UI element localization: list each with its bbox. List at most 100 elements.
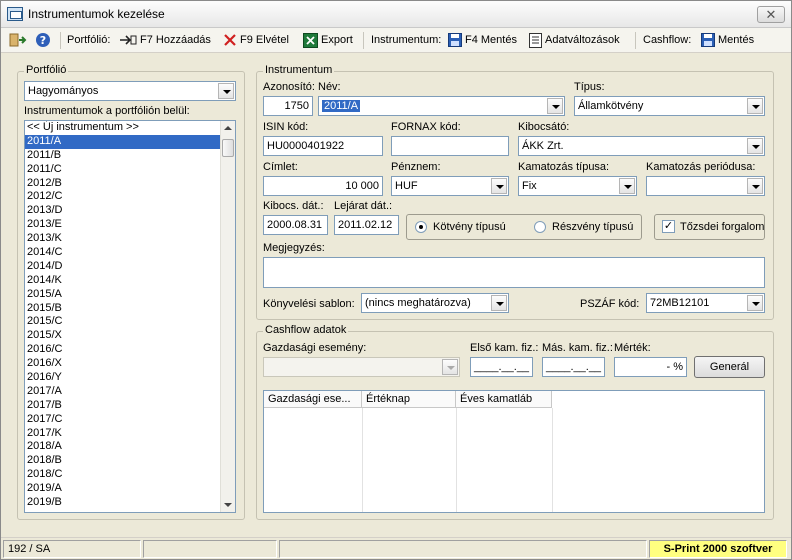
help-button[interactable]: ? xyxy=(35,32,54,49)
chevron-down-icon[interactable] xyxy=(747,98,763,114)
list-item[interactable]: 2011/B xyxy=(25,149,235,163)
list-item[interactable]: 2019/A xyxy=(25,482,235,496)
fornax-field[interactable] xyxy=(391,136,509,156)
list-item[interactable]: 2018/C xyxy=(25,468,235,482)
list-item[interactable]: 2015/B xyxy=(25,302,235,316)
list-item[interactable]: 2017/K xyxy=(25,427,235,441)
name-select[interactable]: 2011/A xyxy=(318,96,565,116)
list-item[interactable]: 2012/C xyxy=(25,190,235,204)
chevron-down-icon[interactable] xyxy=(442,359,458,375)
toolbar: ? Portfólió: F7 Hozzáadás F9 Elvétel Exp… xyxy=(1,28,791,53)
chevron-down-icon[interactable] xyxy=(218,83,234,99)
comment-field[interactable] xyxy=(263,257,765,288)
exit-icon xyxy=(9,33,27,47)
scroll-thumb[interactable] xyxy=(222,139,234,157)
title-bar: Instrumentumok kezelése ✕ xyxy=(1,1,791,28)
list-item[interactable]: 2017/A xyxy=(25,385,235,399)
chevron-down-icon[interactable] xyxy=(491,295,507,311)
list-item[interactable]: 2011/C xyxy=(25,163,235,177)
list-item[interactable]: 2015/C xyxy=(25,315,235,329)
currency-select[interactable]: HUF xyxy=(391,176,509,196)
scroll-up-icon[interactable] xyxy=(221,121,235,135)
pszaf-select[interactable]: 72MB12101 xyxy=(646,293,765,313)
list-item[interactable]: 2012/B xyxy=(25,177,235,191)
exchange-checkbox-label[interactable]: Tőzsdei forgalom xyxy=(680,221,764,233)
list-item[interactable]: << Új instrumentum >> xyxy=(25,121,235,135)
portfolio-group-label: Portfólió xyxy=(24,64,69,76)
svg-text:?: ? xyxy=(40,34,46,47)
grid-header-value-date[interactable]: Értéknap xyxy=(362,391,456,408)
list-item[interactable]: 2017/C xyxy=(25,413,235,427)
issuer-select[interactable]: ÁKK Zrt. xyxy=(518,136,765,156)
save-instrument-label: F4 Mentés xyxy=(465,34,517,46)
status-product: S-Print 2000 szoftver xyxy=(649,540,787,558)
save-cashflow-button[interactable]: Mentés xyxy=(701,32,754,49)
radio-share[interactable] xyxy=(534,221,546,233)
list-item[interactable]: 2015/X xyxy=(25,329,235,343)
chevron-down-icon[interactable] xyxy=(491,178,507,194)
generate-button[interactable]: Generál xyxy=(694,356,765,378)
list-item[interactable]: 2016/C xyxy=(25,343,235,357)
isin-field[interactable]: HU0000401922 xyxy=(263,136,383,156)
app-icon xyxy=(7,7,23,21)
list-item[interactable]: 2015/A xyxy=(25,288,235,302)
grid-header-event[interactable]: Gazdasági ese... xyxy=(264,391,362,408)
changes-button[interactable]: Adatváltozások xyxy=(529,32,620,49)
grid-header-annual-rate[interactable]: Éves kamatláb xyxy=(456,391,552,408)
export-button[interactable]: Export xyxy=(303,32,353,49)
maturity-date-field[interactable]: 2011.02.12 xyxy=(334,215,399,235)
close-button[interactable]: ✕ xyxy=(757,6,785,23)
event-select[interactable] xyxy=(263,357,460,377)
save-instrument-button[interactable]: F4 Mentés xyxy=(448,32,517,49)
chevron-down-icon[interactable] xyxy=(747,138,763,154)
type-select[interactable]: Államkötvény xyxy=(574,96,765,116)
exit-button[interactable] xyxy=(9,32,30,49)
scroll-down-icon[interactable] xyxy=(221,498,235,512)
list-item[interactable]: 2014/D xyxy=(25,260,235,274)
id-field[interactable]: 1750 xyxy=(263,96,313,116)
remove-button[interactable]: F9 Elvétel xyxy=(223,32,289,49)
toolbar-cashflow-label: Cashflow: xyxy=(643,34,692,46)
list-item[interactable]: 2013/K xyxy=(25,232,235,246)
rate-label: Mérték: xyxy=(614,342,651,354)
exchange-checkbox[interactable]: ✓ xyxy=(662,220,675,233)
instrument-list[interactable]: << Új instrumentum >> 2011/A 2011/B 2011/C 2… xyxy=(24,120,236,513)
rate-field[interactable]: - % xyxy=(614,357,687,377)
chevron-down-icon[interactable] xyxy=(547,98,563,114)
list-item[interactable]: 2014/K xyxy=(25,274,235,288)
list-item[interactable]: 2014/C xyxy=(25,246,235,260)
interest-type-select[interactable]: Fix xyxy=(518,176,637,196)
add-button[interactable]: F7 Hozzáadás xyxy=(119,32,211,49)
next-payment-field[interactable]: ____.__.__ xyxy=(542,357,605,377)
radio-bond[interactable] xyxy=(415,221,427,233)
cashflow-grid[interactable]: Gazdasági ese... Értéknap Éves kamatláb xyxy=(263,390,765,513)
list-scrollbar[interactable] xyxy=(220,121,235,512)
list-item[interactable]: 2013/E xyxy=(25,218,235,232)
chevron-down-icon[interactable] xyxy=(619,178,635,194)
nominal-field[interactable]: 10 000 xyxy=(263,176,383,196)
radio-share-label[interactable]: Részvény típusú xyxy=(552,221,633,233)
interest-period-select[interactable] xyxy=(646,176,765,196)
first-payment-label: Első kam. fiz.: xyxy=(470,342,539,354)
next-payment-label: Más. kam. fiz.: xyxy=(542,342,613,354)
changes-button-label: Adatváltozások xyxy=(545,34,620,46)
list-item[interactable]: 2018/B xyxy=(25,454,235,468)
pszaf-label: PSZÁF kód: xyxy=(580,298,640,310)
first-payment-field[interactable]: ____.__.__ xyxy=(470,357,533,377)
chevron-down-icon[interactable] xyxy=(747,295,763,311)
list-item[interactable]: 2016/X xyxy=(25,357,235,371)
radio-bond-label[interactable]: Kötvény típusú xyxy=(433,221,506,233)
currency-select-value: HUF xyxy=(395,180,418,192)
excel-icon xyxy=(303,32,318,48)
list-item[interactable]: 2016/Y xyxy=(25,371,235,385)
list-item[interactable]: 2013/D xyxy=(25,204,235,218)
chevron-down-icon[interactable] xyxy=(747,178,763,194)
portfolio-select[interactable]: Hagyományos xyxy=(24,81,236,101)
list-item[interactable]: 2019/B xyxy=(25,496,235,510)
template-select[interactable]: (nincs meghatározva) xyxy=(361,293,509,313)
list-item[interactable]: 2018/A xyxy=(25,440,235,454)
issue-date-field[interactable]: 2000.08.31 xyxy=(263,215,328,235)
list-item[interactable]: 2011/A xyxy=(25,134,235,149)
template-select-value: (nincs meghatározva) xyxy=(365,297,471,309)
list-item[interactable]: 2017/B xyxy=(25,399,235,413)
